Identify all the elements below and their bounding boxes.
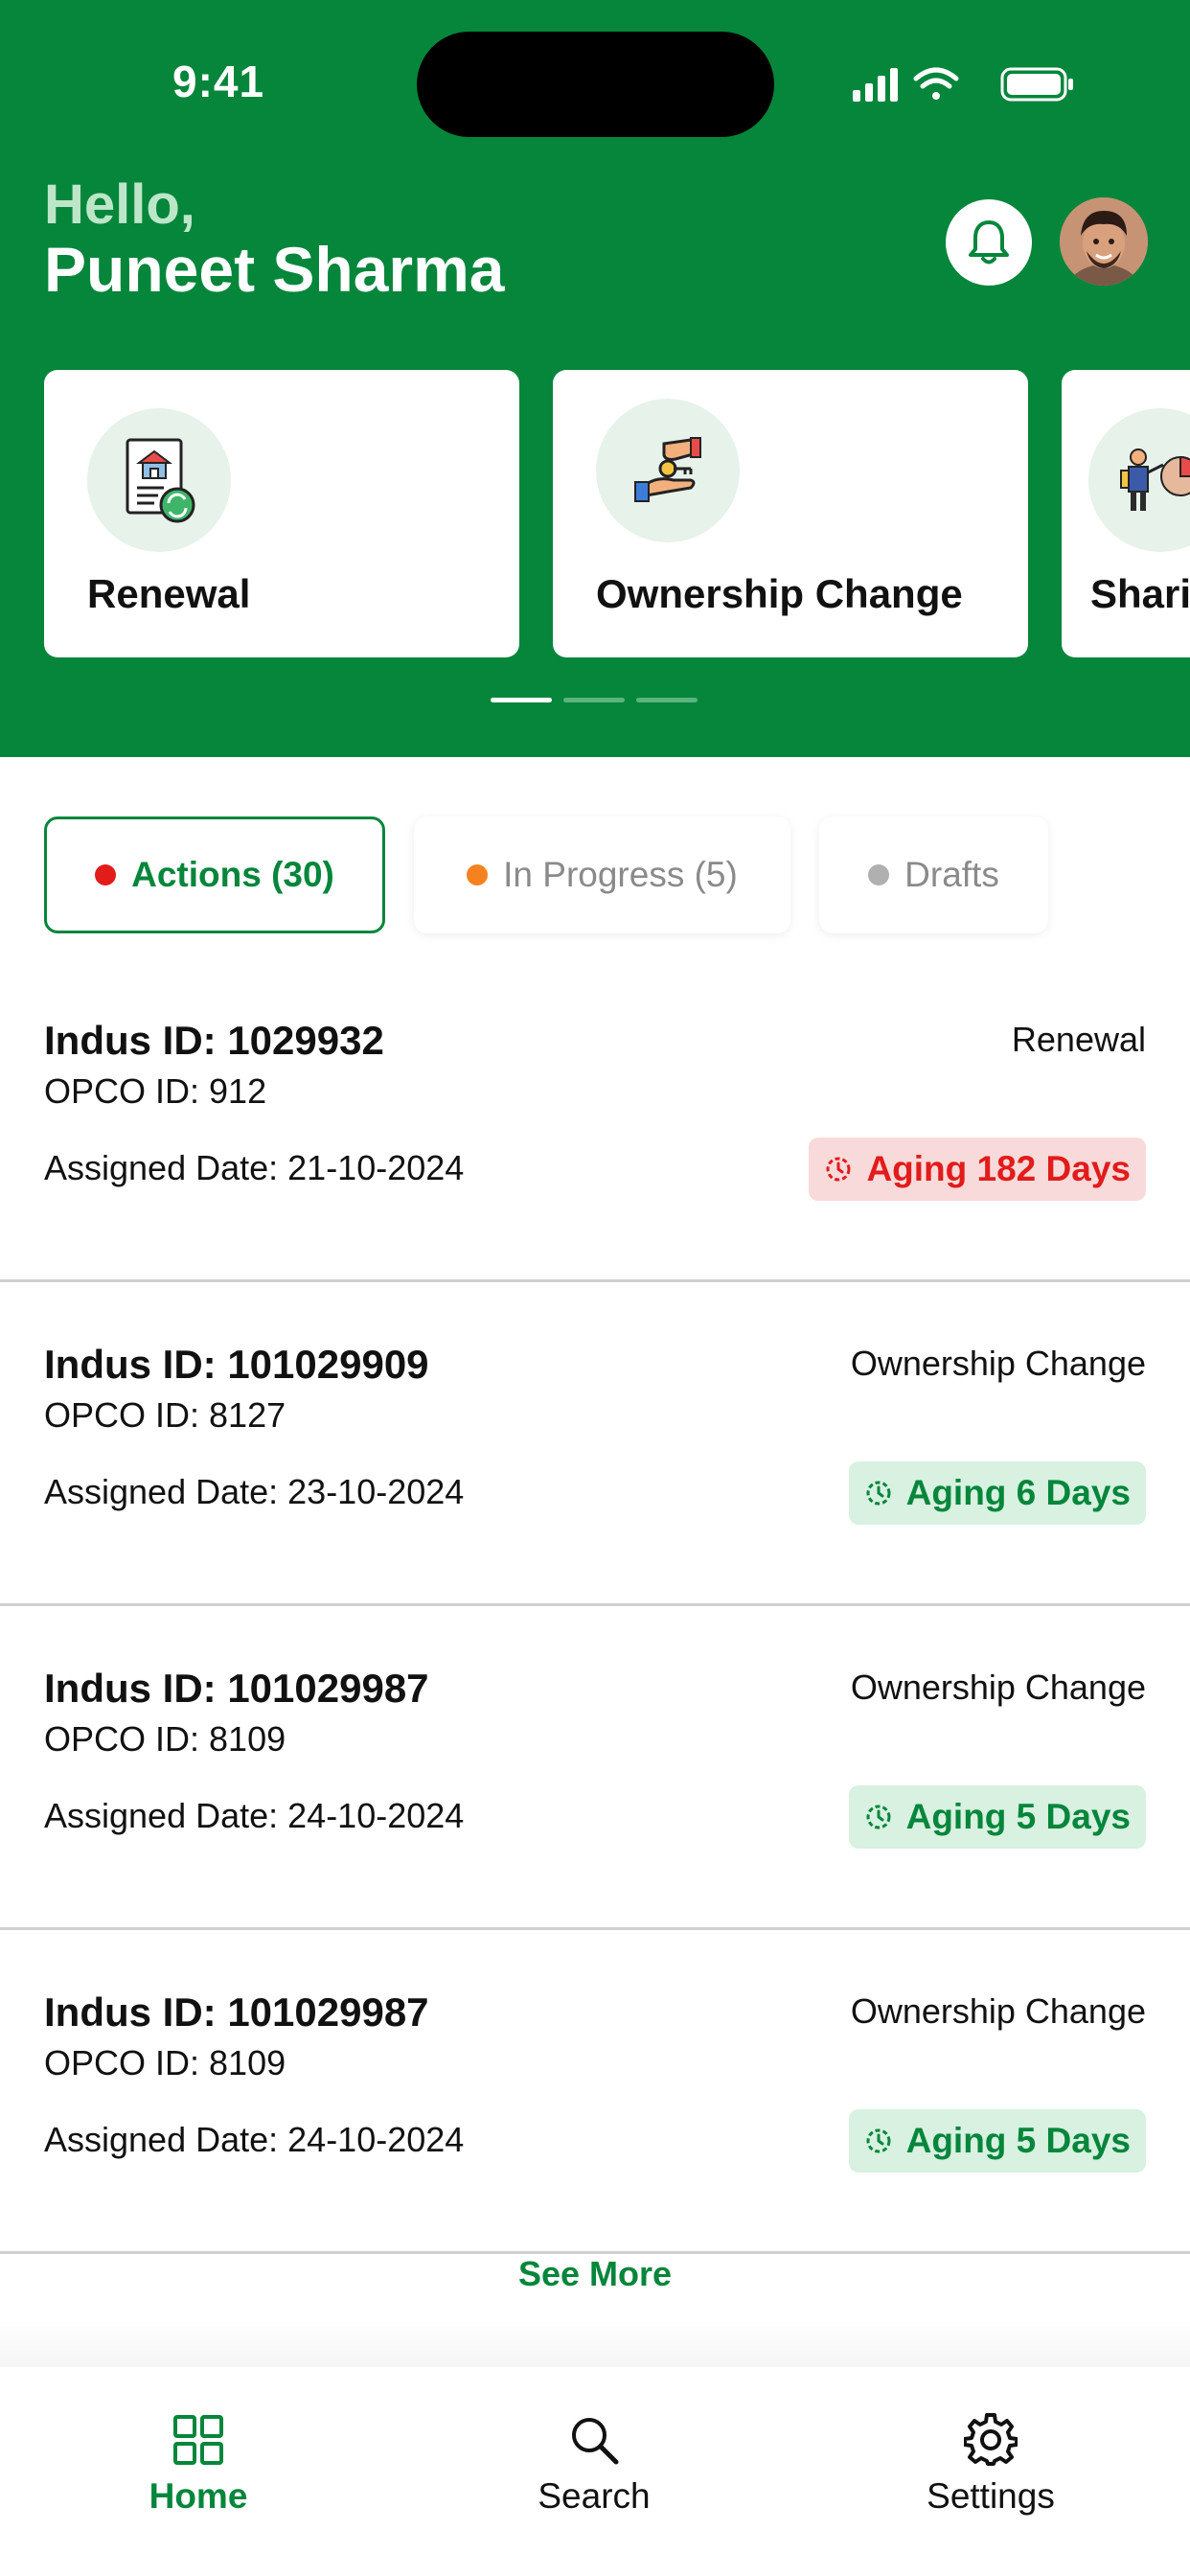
grid-icon	[173, 2415, 223, 2465]
nav-home[interactable]: Home	[55, 2413, 342, 2517]
aging-badge: Aging 5 Days	[848, 2109, 1146, 2173]
notification-button[interactable]	[946, 199, 1032, 286]
user-avatar-icon	[1060, 197, 1148, 286]
timer-icon	[866, 2128, 891, 2153]
indus-id: Indus ID: 101029909	[44, 1342, 429, 1387]
service-card-ownership-change[interactable]: Ownership Change	[553, 370, 1028, 657]
building-document-icon	[126, 438, 195, 523]
opco-id: OPCO ID: 8127	[44, 1395, 286, 1435]
search-icon	[572, 2418, 619, 2465]
greeting-hello: Hello,	[44, 173, 195, 236]
header: 9:41 Hello, Puneet Sharma Renewal Owners…	[0, 0, 1190, 757]
timer-icon	[866, 1481, 891, 1506]
opco-id: OPCO ID: 8109	[44, 2043, 286, 2082]
gear-icon	[964, 2413, 1018, 2466]
sharing-person-chart-icon	[1120, 448, 1190, 511]
pager-dot	[563, 698, 625, 702]
bottom-nav: Home Search Settings	[0, 2367, 1190, 2576]
battery-icon	[1000, 67, 1073, 102]
list-item[interactable]: Indus ID: 101029909 OPCO ID: 8127 Assign…	[0, 1282, 1190, 1606]
status-dot-orange	[467, 864, 489, 886]
tab-actions[interactable]: Actions (30)	[44, 816, 385, 933]
signal-icon	[853, 68, 898, 102]
timer-icon	[866, 1805, 891, 1829]
request-type: Renewal	[1011, 1020, 1146, 1059]
user-name: Puneet Sharma	[44, 234, 505, 305]
nav-shadow	[0, 2319, 1190, 2367]
timer-icon	[826, 1157, 851, 1182]
nav-label: Search	[538, 2476, 651, 2516]
nav-label: Settings	[927, 2476, 1055, 2516]
nav-label: Home	[149, 2476, 248, 2516]
aging-badge: Aging 6 Days	[848, 1461, 1146, 1525]
status-dot-red	[95, 864, 117, 886]
request-type: Ownership Change	[850, 1344, 1146, 1383]
request-type: Ownership Change	[850, 1668, 1146, 1707]
assigned-date: Assigned Date: 24-10-2024	[44, 2120, 465, 2159]
list-item[interactable]: Indus ID: 1029932 OPCO ID: 912 Assigned …	[0, 958, 1190, 1282]
opco-id: OPCO ID: 912	[44, 1071, 267, 1111]
status-time: 9:41	[172, 57, 265, 106]
nav-settings[interactable]: Settings	[847, 2413, 1134, 2517]
card-icon-circle	[87, 408, 231, 552]
tab-label: In Progress (5)	[503, 855, 738, 894]
carousel-pager	[491, 698, 701, 703]
pager-dot-active	[491, 698, 552, 702]
card-label: Renewal	[87, 571, 251, 616]
assigned-date: Assigned Date: 23-10-2024	[44, 1472, 465, 1511]
service-card-sharing[interactable]: Shari	[1062, 370, 1190, 657]
pager-dot	[636, 698, 698, 702]
status-icons	[853, 67, 1073, 102]
card-icon-circle	[596, 399, 740, 542]
status-bar: 9:41	[0, 0, 1190, 153]
indus-id: Indus ID: 1029932	[44, 1018, 384, 1063]
opco-id: OPCO ID: 8109	[44, 1719, 286, 1759]
list-item[interactable]: Indus ID: 101029987 OPCO ID: 8109 Assign…	[0, 1606, 1190, 1930]
greeting: Hello, Puneet Sharma	[44, 173, 505, 305]
status-dot-grey	[868, 864, 890, 886]
hand-key-icon	[634, 437, 701, 502]
service-card-renewal[interactable]: Renewal	[44, 370, 519, 657]
request-type: Ownership Change	[850, 1991, 1146, 2031]
see-more-link[interactable]: See More	[0, 2254, 1190, 2294]
card-icon-circle	[1088, 408, 1190, 552]
tab-in-progress[interactable]: In Progress (5)	[414, 816, 790, 933]
aging-label: Aging 5 Days	[905, 1797, 1131, 1836]
tab-label: Actions (30)	[131, 855, 334, 894]
assigned-date: Assigned Date: 24-10-2024	[44, 1796, 465, 1835]
indus-id: Indus ID: 101029987	[44, 1666, 429, 1711]
card-label: Ownership Change	[596, 571, 963, 616]
aging-label: Aging 182 Days	[866, 1149, 1131, 1188]
avatar[interactable]	[1060, 197, 1148, 286]
bell-icon	[969, 220, 1009, 264]
assigned-date: Assigned Date: 21-10-2024	[44, 1148, 465, 1187]
dynamic-island	[417, 32, 774, 137]
aging-label: Aging 5 Days	[905, 2121, 1131, 2160]
filter-tabs: Actions (30) In Progress (5) Drafts	[0, 816, 1190, 933]
aging-badge: Aging 182 Days	[809, 1138, 1146, 1201]
wifi-icon	[913, 67, 959, 100]
card-label: Shari	[1090, 571, 1190, 616]
aging-label: Aging 6 Days	[905, 1473, 1131, 1512]
list-item[interactable]: Indus ID: 101029987 OPCO ID: 8109 Assign…	[0, 1930, 1190, 2254]
nav-search[interactable]: Search	[450, 2413, 738, 2517]
tab-label: Drafts	[904, 855, 999, 894]
indus-id: Indus ID: 101029987	[44, 1990, 429, 2035]
tab-drafts[interactable]: Drafts	[819, 816, 1048, 933]
service-carousel[interactable]: Renewal Ownership Change Shari	[0, 370, 1190, 659]
aging-badge: Aging 5 Days	[848, 1785, 1146, 1849]
